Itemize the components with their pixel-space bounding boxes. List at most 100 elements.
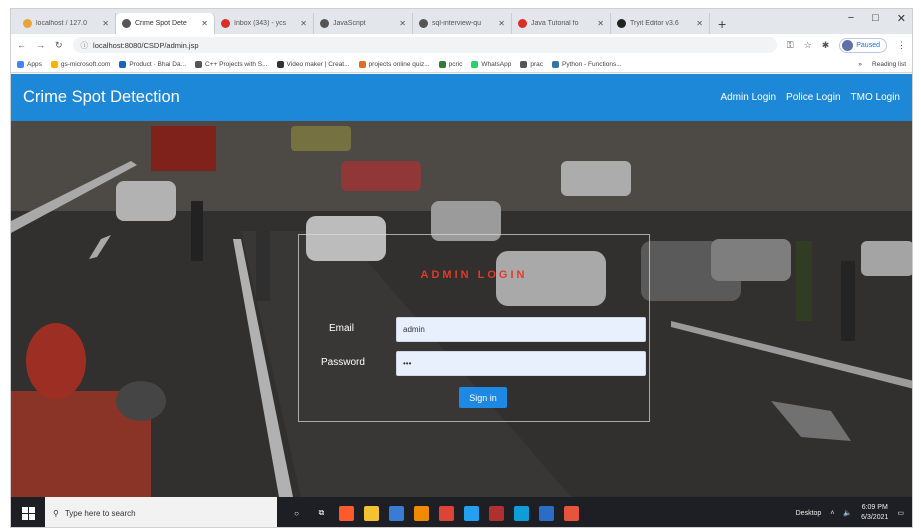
clock[interactable]: 6:09 PM 6/3/2021 (861, 503, 888, 523)
back-icon[interactable]: ← (17, 40, 26, 50)
nav-link-tmo-login[interactable]: TMO Login (851, 92, 900, 103)
bookmark-item[interactable]: Python - Functions... (552, 60, 622, 68)
clock-time: 6:09 PM (861, 504, 888, 511)
nav-link-admin-login[interactable]: Admin Login (720, 92, 776, 103)
bookmark-item[interactable]: WhatsApp (471, 60, 511, 68)
tab-favicon-icon (617, 19, 626, 28)
windows-start-button[interactable] (11, 497, 45, 527)
brand-title[interactable]: Crime Spot Detection (23, 88, 180, 107)
browser-tab[interactable]: Crime Spot Dete ✕ (116, 13, 215, 34)
password-field[interactable] (396, 351, 646, 376)
tab-favicon-icon (518, 19, 527, 28)
forward-icon[interactable]: → (36, 40, 45, 50)
edge-icon[interactable] (514, 505, 529, 521)
avatar (842, 39, 854, 51)
tab-close-icon[interactable]: ✕ (201, 19, 208, 28)
bookmark-favicon-icon (438, 60, 446, 68)
maximize-button[interactable]: □ (872, 12, 879, 25)
tab-title: Tryit Editor v3.6 (630, 20, 679, 27)
bookmark-label: pcric (448, 60, 463, 68)
bookmark-item[interactable]: projects online quiz... (358, 60, 430, 68)
app-navbar: Crime Spot Detection Admin Login Police … (11, 74, 912, 121)
bookmark-item[interactable]: Apps (17, 60, 42, 68)
app2-icon[interactable] (564, 505, 579, 521)
bookmark-label: Apps (27, 60, 42, 68)
browser-tab[interactable]: Java Tutorial fo ✕ (512, 13, 611, 34)
tab-close-icon[interactable]: ✕ (597, 19, 604, 28)
bookmark-label: gs-microsoft.com (60, 60, 111, 68)
cortana-icon[interactable]: ○ (289, 505, 304, 521)
bookmark-label: Video maker | Creat... (286, 60, 350, 68)
bookmark-favicon-icon (471, 60, 479, 68)
bookmark-item[interactable]: pcric (438, 60, 463, 68)
bookmark-item[interactable]: Product · Bhai Da... (119, 60, 186, 68)
bookmark-item[interactable]: Video maker | Creat... (276, 60, 350, 68)
menu-icon[interactable]: ⋮ (897, 40, 906, 51)
search-placeholder: Type here to search (64, 508, 136, 518)
browser-tab[interactable]: sql-interview-qu ✕ (413, 13, 512, 34)
bookmark-label: Python - Functions... (562, 60, 622, 68)
word-icon[interactable] (539, 505, 554, 521)
task-view-icon[interactable]: ⧉ (314, 505, 329, 521)
vlc-icon[interactable] (414, 505, 429, 521)
url-field[interactable]: ⓘ localhost:8080/CSDP/admin.jsp (72, 37, 777, 53)
extensions-icon[interactable]: ✱ (822, 40, 830, 51)
windows-logo-icon (21, 506, 35, 520)
tab-favicon-icon (419, 19, 428, 28)
tab-title: Java Tutorial fo (531, 20, 579, 27)
email-field[interactable] (396, 317, 646, 342)
tab-close-icon[interactable]: ✕ (498, 19, 505, 28)
bookmark-item[interactable]: C++ Projects with S... (195, 60, 268, 68)
tab-favicon-icon (122, 19, 131, 28)
bookmark-favicon-icon (276, 60, 284, 68)
close-button[interactable]: ✕ (897, 12, 906, 25)
reading-list-button[interactable]: Reading list (872, 61, 906, 68)
url-text: localhost:8080/CSDP/admin.jsp (93, 40, 199, 50)
tab-close-icon[interactable]: ✕ (696, 19, 703, 28)
tab-close-icon[interactable]: ✕ (300, 19, 307, 28)
browser-tab[interactable]: Inbox (343) - ycs ✕ (215, 13, 314, 34)
brave-icon[interactable] (339, 505, 354, 521)
file-explorer-icon[interactable] (364, 505, 379, 521)
bookmark-label: C++ Projects with S... (205, 60, 268, 68)
tab-close-icon[interactable]: ✕ (399, 19, 406, 28)
tab-title: localhost / 127.0 (36, 20, 87, 27)
store-icon[interactable] (389, 505, 404, 521)
windows-taskbar: ⚲ Type here to search ○ ⧉ Desktop ˄ 🔈 6:0… (11, 497, 912, 527)
star-icon[interactable]: ☆ (804, 40, 812, 51)
desktop-label[interactable]: Desktop (796, 510, 822, 517)
key-icon[interactable]: ⚿ (787, 40, 794, 51)
notification-icon[interactable]: ▭ (897, 509, 904, 517)
taskbar-search[interactable]: ⚲ Type here to search (45, 497, 277, 527)
minimize-button[interactable]: − (848, 12, 854, 25)
profile-button[interactable]: Paused (839, 37, 887, 53)
tab-close-icon[interactable]: ✕ (102, 19, 109, 28)
reload-icon[interactable]: ↻ (55, 40, 63, 51)
nav-links: Admin Login Police Login TMO Login (720, 92, 900, 103)
address-bar: ← → ↻ ⓘ localhost:8080/CSDP/admin.jsp ⚿ … (11, 34, 912, 56)
sign-in-button[interactable]: Sign in (459, 387, 507, 408)
vscode-icon[interactable] (464, 505, 479, 521)
bookmark-item[interactable]: prac (520, 60, 543, 68)
tab-title: Inbox (343) - ycs (234, 20, 287, 27)
chrome-icon[interactable] (439, 505, 454, 521)
browser-tab[interactable]: localhost / 127.0 ✕ (17, 13, 116, 34)
more-bookmarks-button[interactable]: » (858, 61, 862, 68)
password-label: Password (321, 357, 365, 368)
browser-tab[interactable]: JavaScript ✕ (314, 13, 413, 34)
chevron-up-icon[interactable]: ˄ (830, 510, 834, 517)
speaker-icon[interactable]: 🔈 (843, 509, 852, 517)
bookmark-item[interactable]: gs-microsoft.com (50, 60, 111, 68)
browser-tab[interactable]: Tryit Editor v3.6 ✕ (611, 13, 710, 34)
info-icon[interactable]: ⓘ (81, 40, 89, 51)
nav-link-police-login[interactable]: Police Login (786, 92, 840, 103)
tab-favicon-icon (320, 19, 329, 28)
bookmark-favicon-icon (552, 60, 559, 68)
app-icon[interactable] (489, 505, 504, 521)
new-tab-button[interactable]: + (710, 13, 734, 34)
screenshot-frame: localhost / 127.0 ✕ Crime Spot Dete ✕ Inbox … (10, 8, 913, 528)
taskbar-apps: ○ ⧉ (289, 505, 579, 521)
bookmark-favicon-icon (195, 60, 203, 68)
email-label: Email (329, 323, 355, 334)
bookmarks-bar: Apps gs-microsoft.com Product · Bhai Da...… (11, 56, 912, 73)
